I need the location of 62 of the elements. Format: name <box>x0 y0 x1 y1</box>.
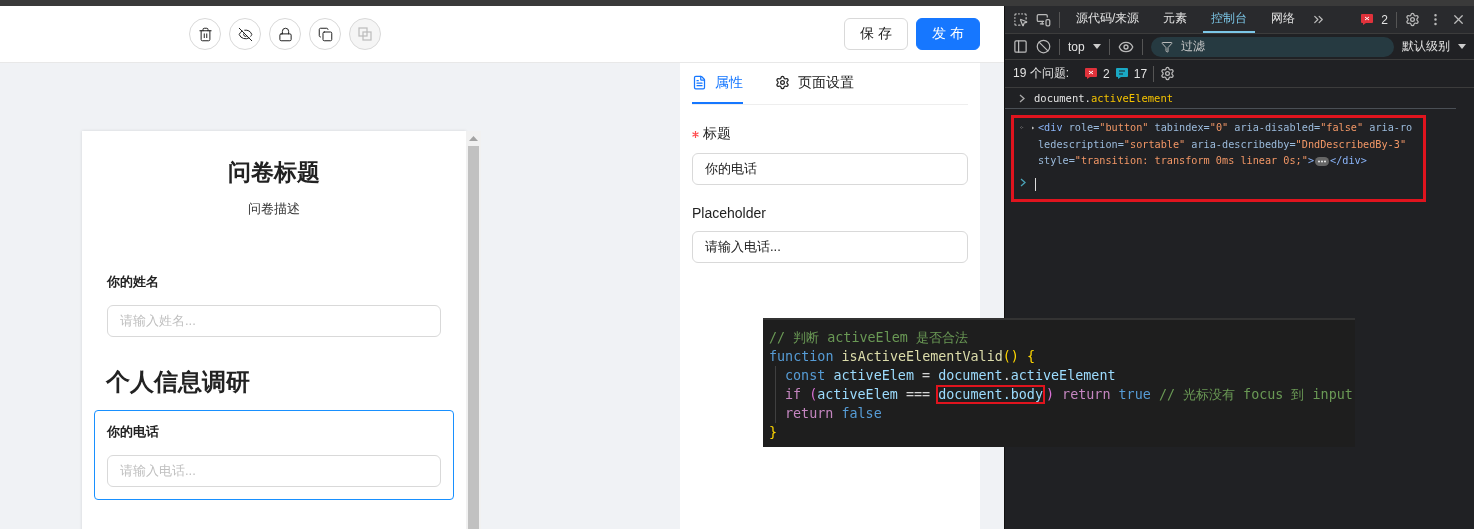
message-icon <box>1115 68 1128 79</box>
code-line: return false <box>775 404 1355 423</box>
device-icon[interactable] <box>1036 12 1051 27</box>
ellipsis-icon[interactable] <box>1315 156 1329 166</box>
panel-tab[interactable]: 页面设置 <box>775 63 854 104</box>
code-line: function isActiveElementValid() { <box>769 348 1037 366</box>
field-label: 标题 <box>703 125 731 143</box>
trash-button[interactable] <box>189 18 221 50</box>
error-count: 2 <box>1381 12 1388 27</box>
close-icon[interactable] <box>1451 12 1466 27</box>
code-line: } <box>769 424 779 442</box>
devtools-tab[interactable]: 网络 <box>1263 6 1304 33</box>
lock-icon <box>277 26 293 42</box>
question-title: 你的姓名 <box>107 273 160 291</box>
input-field[interactable]: 请输入电话... <box>692 231 968 263</box>
caret-icon <box>1458 44 1466 49</box>
file-icon <box>692 75 707 90</box>
hide-button[interactable] <box>229 18 261 50</box>
publish-button[interactable]: 发 布 <box>916 18 980 50</box>
section-heading: 个人信息调研 <box>104 367 251 397</box>
code-line: const activeElem = document.activeElement <box>775 366 1355 385</box>
error-count: 2 <box>1103 66 1110 81</box>
gear-icon <box>775 75 790 90</box>
element-output: <div role="button" tabindex="0" aria-disabled="false" aria-roledescription="sortable" aria-describedby="DndDescribedBy-3" style="transition: transform 0ms linear 0s;"> </div> <box>1038 121 1414 168</box>
devtools-tab[interactable]: 源代码/来源 <box>1068 6 1148 33</box>
devtools-tab[interactable]: 元素 <box>1155 6 1196 33</box>
error-icon <box>1085 68 1097 79</box>
copy-icon <box>317 26 333 42</box>
question-block[interactable]: 你的电话 请输入电话... <box>94 410 454 500</box>
input-field[interactable]: 你的电话 <box>692 153 968 185</box>
lock-button[interactable] <box>269 18 301 50</box>
eye-off-icon <box>237 26 253 42</box>
text-cursor <box>1035 177 1036 191</box>
prompt-icon <box>1019 93 1026 103</box>
question-block[interactable]: 你的姓名 请输入姓名... <box>94 260 454 350</box>
copy-button[interactable] <box>309 18 341 50</box>
filter-field[interactable]: 过滤 <box>1150 36 1394 57</box>
code-line: if (activeElem === document.body ) return true // 光标没有 focus 到 input <box>775 385 1355 404</box>
survey-title: 问卷标题 <box>227 158 321 187</box>
squares-icon <box>358 27 372 41</box>
context-select[interactable]: top <box>1068 39 1085 54</box>
survey-description: 问卷描述 <box>247 200 301 218</box>
code-line: // 判断 activeElem 是否合法 <box>769 329 969 347</box>
info-count: 17 <box>1133 66 1148 81</box>
save-button[interactable]: 保 存 <box>844 18 908 50</box>
error-icon <box>1361 14 1374 25</box>
prompt-icon <box>1020 177 1027 187</box>
question-title: 你的电话 <box>107 423 160 441</box>
scrollbar[interactable] <box>466 131 481 529</box>
filter-icon <box>1160 40 1173 53</box>
issues-label: 19 个问题: <box>1013 65 1069 82</box>
panel-tab[interactable]: 属性 <box>692 63 743 104</box>
trash-icon <box>197 26 213 42</box>
settings-icon[interactable] <box>1405 12 1420 27</box>
caret-icon <box>1092 44 1101 49</box>
sidebar-icon[interactable] <box>1013 39 1028 54</box>
level-select[interactable]: 默认级别 <box>1402 38 1450 55</box>
field-label: Placeholder <box>692 205 766 221</box>
console-command: document.activeElement <box>1034 92 1174 104</box>
settings-icon[interactable] <box>1160 66 1176 81</box>
clear-icon[interactable] <box>1036 39 1051 54</box>
inspect-icon[interactable] <box>1013 12 1028 27</box>
